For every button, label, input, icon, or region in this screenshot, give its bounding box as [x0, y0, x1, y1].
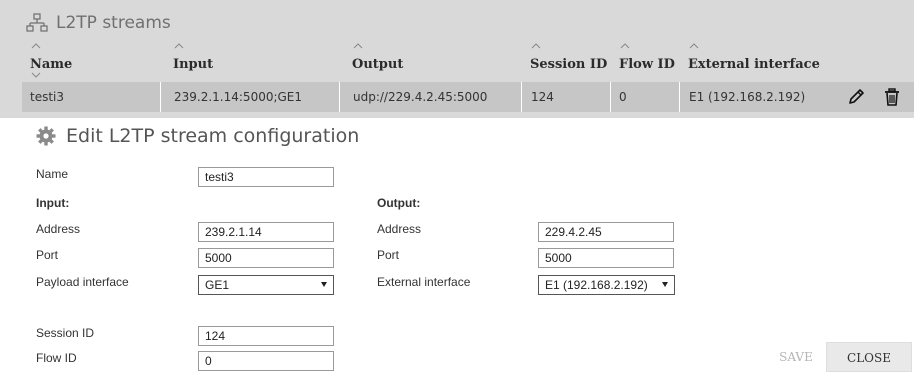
external-interface-value: E1 (192.168.2.192) [545, 278, 648, 292]
flow-id-field[interactable] [198, 351, 334, 371]
input-port-label: Port [36, 248, 59, 262]
save-button[interactable]: SAVE [766, 342, 826, 372]
column-header-input[interactable]: Input [173, 43, 333, 76]
output-port-label: Port [377, 248, 400, 262]
cell-flow-id: 0 [610, 82, 627, 112]
column-header-label: Flow ID [619, 57, 675, 72]
column-header-label: Output [352, 57, 404, 72]
network-icon [26, 13, 48, 32]
cell-session-id: 124 [521, 82, 554, 112]
column-header-label: External interface [688, 57, 820, 72]
payload-interface-value: GE1 [205, 278, 230, 292]
column-header-output[interactable]: Output [352, 43, 512, 76]
sort-up-icon [620, 43, 630, 49]
cell-external-interface: E1 (192.168.2.192) [679, 82, 805, 112]
form-title: Edit L2TP stream configuration [36, 122, 359, 150]
sort-up-icon [174, 43, 184, 49]
table-row[interactable]: testi3 239.2.1.14:5000;GE1 udp://229.4.2… [22, 82, 914, 112]
payload-interface-label: Payload interface [36, 275, 129, 289]
cell-name: testi3 [30, 90, 65, 104]
cell-input: 239.2.1.14:5000;GE1 [160, 82, 302, 112]
flow-id-label: Flow ID [36, 351, 77, 365]
external-interface-label: External interface [377, 275, 471, 289]
gear-icon [36, 126, 56, 146]
sort-down-icon [31, 72, 41, 78]
close-button[interactable]: CLOSE [826, 342, 912, 372]
column-header-flow-id[interactable]: Flow ID [619, 43, 689, 76]
output-address-field[interactable] [538, 222, 674, 242]
panel-title: L2TP streams [26, 11, 171, 35]
input-port-field[interactable] [198, 248, 334, 268]
payload-interface-select[interactable]: GE1 [198, 275, 334, 295]
sort-up-icon [531, 43, 541, 49]
session-id-label: Session ID [36, 326, 95, 340]
column-header-label: Name [30, 57, 73, 72]
input-heading: Input: [36, 196, 70, 210]
column-header-label: Session ID [530, 57, 608, 72]
name-field[interactable] [198, 167, 334, 187]
column-header-name[interactable]: Name [30, 43, 150, 78]
cell-output: udp://229.4.2.45:5000 [339, 82, 487, 112]
session-id-field[interactable] [198, 326, 334, 346]
sort-up-icon [31, 43, 41, 49]
external-interface-select[interactable]: E1 (192.168.2.192) [538, 275, 675, 295]
trash-icon[interactable] [882, 87, 902, 107]
output-port-field[interactable] [538, 248, 674, 268]
output-address-label: Address [377, 222, 422, 236]
column-header-session-id[interactable]: Session ID [530, 43, 620, 76]
column-header-label: Input [173, 57, 214, 72]
input-address-field[interactable] [198, 222, 334, 242]
dropdown-arrow-icon [662, 282, 668, 287]
input-address-label: Address [36, 222, 81, 236]
sort-up-icon [689, 43, 699, 49]
output-heading: Output: [377, 196, 421, 210]
name-label: Name [36, 167, 69, 181]
column-header-external-interface[interactable]: External interface [688, 43, 838, 76]
panel-title-text: L2TP streams [56, 13, 171, 33]
dropdown-arrow-icon [321, 282, 327, 287]
streams-panel: L2TP streams Name Input Output Session I… [0, 0, 914, 118]
sort-up-icon [353, 43, 363, 49]
edit-pencil-icon[interactable] [846, 87, 866, 107]
form-title-text: Edit L2TP stream configuration [66, 125, 360, 147]
